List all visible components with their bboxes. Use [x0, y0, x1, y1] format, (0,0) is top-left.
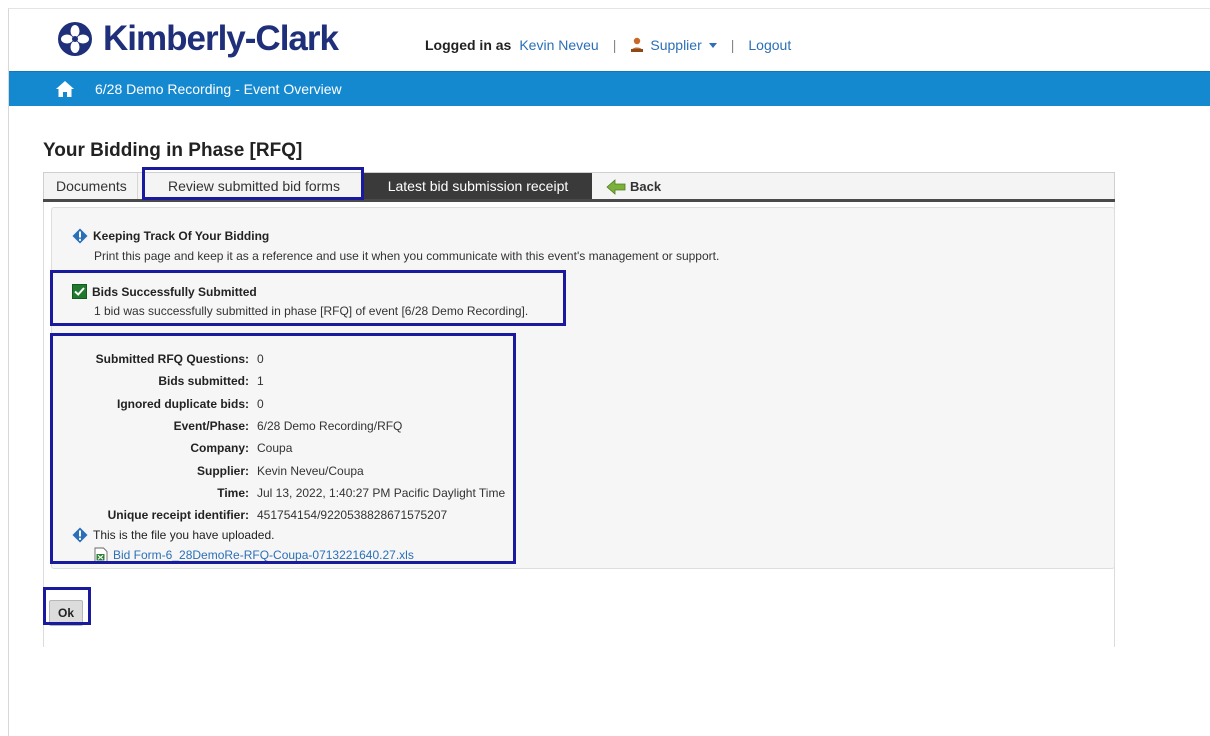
site-header: Kimberly-Clark Logged in as Kevin Neveu …	[9, 9, 1210, 71]
detail-row: Time: Jul 13, 2022, 1:40:27 PM Pacific D…	[72, 482, 505, 504]
checkmark-icon	[72, 284, 87, 299]
detail-label: Supplier:	[196, 463, 249, 478]
receipt-box: Keeping Track Of Your Bidding Print this…	[51, 207, 1115, 569]
excel-file-icon	[94, 547, 108, 563]
detail-label: Time:	[217, 485, 249, 500]
user-bar: Logged in as Kevin Neveu | Supplier | Lo…	[425, 37, 791, 53]
tab-bar: Documents Review submitted bid forms Lat…	[43, 172, 1115, 200]
receipt-panel: Keeping Track Of Your Bidding Print this…	[43, 202, 1115, 647]
home-icon[interactable]	[55, 80, 75, 98]
event-overview-link[interactable]: 6/28 Demo Recording - Event Overview	[95, 81, 342, 97]
upload-note-text: This is the file you have uploaded.	[93, 528, 275, 543]
bids-submitted-section: Bids Successfully Submitted 1 bid was su…	[72, 284, 528, 318]
supplier-menu-label: Supplier	[650, 37, 702, 53]
detail-row: Event/Phase: 6/28 Demo Recording/RFQ	[72, 415, 505, 437]
detail-row: Bids submitted: 1	[72, 370, 505, 392]
detail-row: Supplier: Kevin Neveu/Coupa	[72, 459, 505, 481]
detail-value: 6/28 Demo Recording/RFQ	[257, 419, 403, 434]
detail-label: Company:	[190, 441, 249, 456]
page-title: Your Bidding in Phase [RFQ]	[43, 140, 303, 161]
upload-note: This is the file you have uploaded.	[72, 527, 505, 543]
separator: |	[612, 37, 617, 53]
logo-text: Kimberly-Clark	[103, 19, 339, 58]
detail-value: 0	[257, 352, 264, 367]
ok-button[interactable]: Ok	[49, 600, 83, 626]
supplier-menu[interactable]: Supplier	[630, 37, 717, 53]
logged-in-label: Logged in as	[425, 37, 512, 53]
tab-documents[interactable]: Documents	[46, 173, 138, 200]
detail-value: Coupa	[257, 441, 293, 456]
receipt-details: Submitted RFQ Questions: 0 Bids submitte…	[72, 348, 505, 563]
back-arrow-icon	[606, 178, 626, 195]
detail-value: 1	[257, 374, 264, 389]
bids-submitted-title: Bids Successfully Submitted	[92, 284, 257, 299]
info-icon	[72, 228, 88, 244]
back-button[interactable]: Back	[596, 173, 671, 200]
keeping-track-text: Print this page and keep it as a referen…	[94, 249, 720, 263]
back-label: Back	[630, 178, 662, 194]
keeping-track-section: Keeping Track Of Your Bidding Print this…	[72, 228, 719, 263]
browser-page: Kimberly-Clark Logged in as Kevin Neveu …	[8, 8, 1210, 736]
user-name-link[interactable]: Kevin Neveu	[519, 37, 598, 53]
detail-label: Ignored duplicate bids:	[116, 396, 249, 411]
bids-submitted-text: 1 bid was successfully submitted in phas…	[94, 304, 529, 318]
detail-label: Submitted RFQ Questions:	[95, 352, 249, 367]
detail-value: 0	[257, 396, 264, 411]
logout-link[interactable]: Logout	[748, 37, 791, 53]
detail-row: Unique receipt identifier: 451754154/922…	[72, 504, 505, 526]
detail-value: Kevin Neveu/Coupa	[257, 463, 364, 478]
detail-row: Ignored duplicate bids: 0	[72, 393, 505, 415]
detail-value: 451754154/9220538828671575207	[257, 508, 448, 523]
company-logo: Kimberly-Clark	[57, 19, 339, 59]
detail-label: Bids submitted:	[158, 374, 249, 389]
detail-value: Jul 13, 2022, 1:40:27 PM Pacific Dayligh…	[257, 485, 506, 500]
event-navbar: 6/28 Demo Recording - Event Overview	[9, 71, 1210, 106]
separator: |	[730, 37, 735, 53]
chevron-down-icon	[708, 42, 717, 48]
keeping-track-title: Keeping Track Of Your Bidding	[93, 229, 270, 243]
tab-latest-bid-submission-receipt[interactable]: Latest bid submission receipt	[364, 173, 592, 200]
detail-row: Company: Coupa	[72, 437, 505, 459]
info-icon	[72, 527, 88, 543]
supplier-person-icon	[631, 37, 644, 52]
detail-label: Unique receipt identifier:	[107, 508, 249, 523]
uploaded-file-link[interactable]: Bid Form-6_28DemoRe-RFQ-Coupa-0713221640…	[113, 548, 414, 562]
detail-row: Submitted RFQ Questions: 0	[72, 348, 505, 370]
tab-review-submitted-bid-forms[interactable]: Review submitted bid forms	[150, 173, 358, 200]
kimberly-clark-logo-icon	[58, 22, 92, 56]
detail-label: Event/Phase:	[173, 419, 249, 434]
uploaded-file: Bid Form-6_28DemoRe-RFQ-Coupa-0713221640…	[94, 547, 505, 563]
